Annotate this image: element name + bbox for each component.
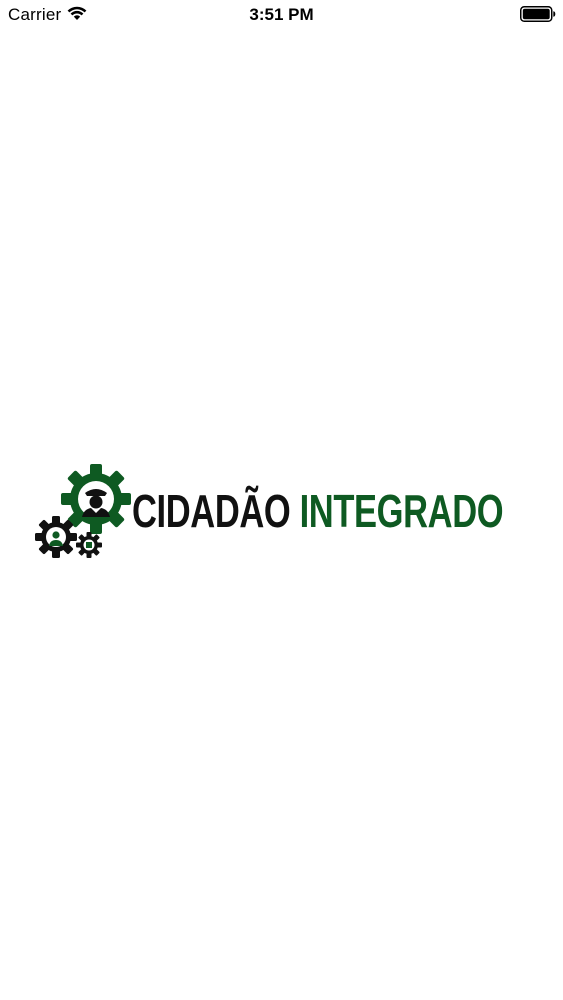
splash-logo: CIDADÃO INTEGRADO: [34, 462, 529, 562]
logo-word-integrado: INTEGRADO: [299, 485, 504, 537]
status-bar: Carrier 3:51 PM: [0, 0, 563, 30]
clock: 3:51 PM: [249, 5, 314, 24]
logo-word-cidadao: CIDADÃO: [132, 485, 291, 537]
battery-icon: [520, 6, 556, 22]
app-logo-text: CIDADÃO INTEGRADO: [132, 476, 504, 546]
gears-with-people-icon: [35, 464, 131, 558]
